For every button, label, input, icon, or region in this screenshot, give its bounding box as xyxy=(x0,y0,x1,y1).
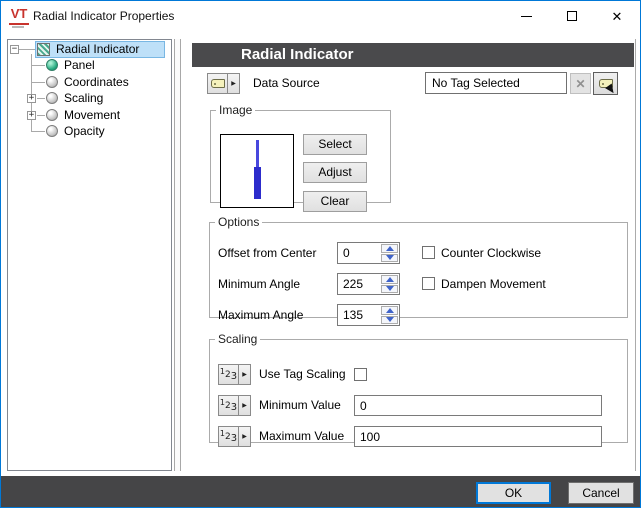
offset-from-center-label: Offset from Center xyxy=(218,242,316,264)
data-source-tag-menu-button[interactable]: ▶ xyxy=(207,73,240,94)
dampen-movement-checkbox[interactable] xyxy=(422,277,435,290)
tree-item-label: Scaling xyxy=(64,90,103,106)
minimize-icon xyxy=(521,16,532,17)
minimum-angle-spinner xyxy=(337,273,400,295)
panel-splitter[interactable] xyxy=(174,39,181,471)
tree-item-label: Coordinates xyxy=(64,74,129,90)
app-logo: VT xyxy=(9,6,29,25)
numeric-123-icon: 123 xyxy=(219,365,239,384)
adjust-image-button[interactable]: Adjust xyxy=(303,162,367,183)
clear-x-icon: ✕ xyxy=(575,77,585,91)
data-source-label: Data Source xyxy=(253,73,320,94)
offset-from-center-spinner xyxy=(337,242,400,264)
options-group-legend: Options xyxy=(215,215,262,229)
minimum-value-label: Minimum Value xyxy=(259,395,341,416)
footer-bar: OK Cancel xyxy=(1,476,640,508)
maximize-button[interactable] xyxy=(549,1,594,31)
tag-icon xyxy=(208,74,228,93)
spin-up-button[interactable] xyxy=(381,306,398,315)
led-gray-icon xyxy=(46,76,58,88)
ok-button[interactable]: OK xyxy=(476,482,551,504)
minimize-button[interactable] xyxy=(504,1,549,31)
dropdown-arrow-icon[interactable]: ▶ xyxy=(239,427,250,446)
clear-tag-button[interactable]: ✕ xyxy=(570,73,591,94)
needle-image-bottom xyxy=(254,167,261,199)
dialog-window: VT Radial Indicator Properties ✕ − Radia xyxy=(0,0,641,508)
spin-up-button[interactable] xyxy=(381,275,398,284)
spin-down-icon xyxy=(386,286,394,291)
close-button[interactable]: ✕ xyxy=(594,1,640,31)
image-group-legend: Image xyxy=(216,103,255,117)
spin-down-button[interactable] xyxy=(381,285,398,294)
image-group: Image Select Adjust Clear xyxy=(210,103,391,203)
spin-up-icon xyxy=(386,308,394,313)
tree-item-label: Radial Indicator xyxy=(56,41,139,57)
maximum-value-label: Maximum Value xyxy=(259,426,344,447)
dropdown-arrow-icon[interactable]: ▶ xyxy=(239,396,250,415)
scaling-group: Scaling 123 ▶ Use Tag Scaling 123 ▶ Mini… xyxy=(209,332,628,443)
clear-image-button[interactable]: Clear xyxy=(303,191,367,212)
dropdown-arrow-icon[interactable]: ▶ xyxy=(239,365,250,384)
tree-item-label: Panel xyxy=(64,57,95,73)
tree-item-label: Movement xyxy=(64,107,120,123)
close-icon: ✕ xyxy=(612,10,623,23)
tree-item-coordinates[interactable]: Coordinates xyxy=(8,74,169,91)
led-gray-icon xyxy=(46,92,58,104)
numeric-123-icon: 123 xyxy=(219,427,239,446)
maximum-angle-label: Maximum Angle xyxy=(218,304,303,326)
maximum-value-expression-button[interactable]: 123 ▶ xyxy=(218,426,251,447)
tree-item-label: Opacity xyxy=(64,123,105,139)
use-tag-scaling-checkbox[interactable] xyxy=(354,368,367,381)
spin-up-button[interactable] xyxy=(381,244,398,253)
cursor-arrow-icon xyxy=(605,84,617,96)
tree-item-movement[interactable]: + Movement xyxy=(8,107,169,124)
spin-up-icon xyxy=(386,277,394,282)
panel-header: Radial Indicator xyxy=(192,43,634,67)
select-tag-button[interactable] xyxy=(593,72,618,95)
maximum-angle-input[interactable] xyxy=(338,305,380,325)
options-group: Options Offset from Center Counter Clock… xyxy=(209,215,628,318)
use-tag-scaling-label: Use Tag Scaling xyxy=(259,364,346,385)
image-preview xyxy=(220,134,294,208)
minimum-angle-input[interactable] xyxy=(338,274,380,294)
dropdown-arrow-icon[interactable]: ▶ xyxy=(228,74,239,93)
select-image-button[interactable]: Select xyxy=(303,134,367,155)
spin-up-icon xyxy=(386,246,394,251)
offset-from-center-input[interactable] xyxy=(338,243,380,263)
numeric-123-icon: 123 xyxy=(219,396,239,415)
property-tree: − Radial Indicator Panel Coordinates + S… xyxy=(7,39,172,471)
tree-item-radial-indicator[interactable]: − Radial Indicator xyxy=(8,41,169,58)
window-title: Radial Indicator Properties xyxy=(33,1,174,31)
led-green-icon xyxy=(46,59,58,71)
tree-expand-toggle[interactable]: + xyxy=(27,111,36,120)
counter-clockwise-checkbox[interactable] xyxy=(422,246,435,259)
spin-down-icon xyxy=(386,317,394,322)
spin-down-icon xyxy=(386,255,394,260)
radial-indicator-icon xyxy=(37,43,50,56)
led-gray-icon xyxy=(46,125,58,137)
maximum-value-input[interactable] xyxy=(354,426,602,447)
counter-clockwise-label: Counter Clockwise xyxy=(441,242,541,264)
led-gray-icon xyxy=(46,109,58,121)
maximum-angle-spinner xyxy=(337,304,400,326)
titlebar[interactable]: VT Radial Indicator Properties ✕ xyxy=(1,1,640,31)
spin-down-button[interactable] xyxy=(381,316,398,325)
tree-item-panel[interactable]: Panel xyxy=(8,57,169,74)
minimum-value-expression-button[interactable]: 123 ▶ xyxy=(218,395,251,416)
minimum-value-input[interactable] xyxy=(354,395,602,416)
use-tag-scaling-expression-button[interactable]: 123 ▶ xyxy=(218,364,251,385)
cancel-button[interactable]: Cancel xyxy=(568,482,634,504)
tree-collapse-toggle[interactable]: − xyxy=(10,45,19,54)
minimum-angle-label: Minimum Angle xyxy=(218,273,300,295)
maximize-icon xyxy=(567,11,577,21)
tree-item-scaling[interactable]: + Scaling xyxy=(8,90,169,107)
scaling-group-legend: Scaling xyxy=(215,332,260,346)
tree-expand-toggle[interactable]: + xyxy=(27,94,36,103)
dampen-movement-label: Dampen Movement xyxy=(441,273,546,295)
spin-down-button[interactable] xyxy=(381,254,398,263)
data-source-input[interactable] xyxy=(425,72,567,94)
tree-item-opacity[interactable]: Opacity xyxy=(8,123,169,140)
